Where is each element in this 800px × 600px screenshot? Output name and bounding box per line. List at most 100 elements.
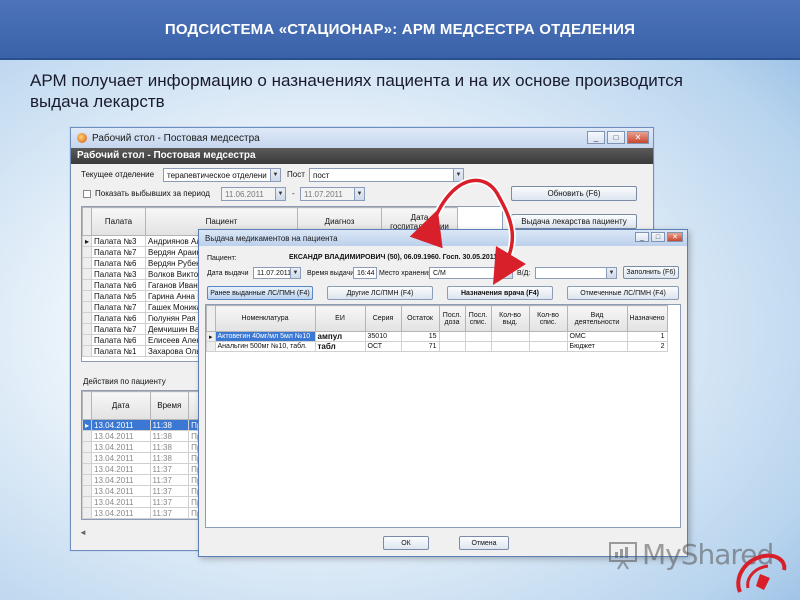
table-cell: 15 (400, 331, 440, 342)
vd-select[interactable]: ▼ (535, 267, 617, 279)
col-qty-issued[interactable]: Кол-во выд. (490, 305, 530, 332)
close-icon[interactable]: ✕ (667, 232, 683, 242)
table-cell: 11:38 (149, 430, 190, 442)
table-cell (528, 331, 568, 342)
table-row[interactable]: 13.04.2011 11:38 Пр (82, 452, 205, 464)
patient-label: Пациент: (207, 255, 237, 262)
refresh-button[interactable]: Обновить (F6) (511, 186, 637, 201)
post-select[interactable]: пост ▼ (309, 168, 464, 182)
table-row[interactable]: 13.04.201111:37Пр (82, 463, 205, 475)
tab-doctor-prescriptions[interactable]: Назначения врача (F4) (447, 286, 553, 300)
chevron-down-icon: ▼ (453, 169, 463, 181)
table-cell: 2 (626, 341, 668, 352)
storage-select[interactable]: С/М ▼ (429, 267, 513, 279)
storage-label: Место хранения (379, 270, 432, 277)
table-row[interactable]: 13.04.201111:37Пр (82, 485, 205, 497)
row-indicator (82, 474, 93, 486)
row-indicator (82, 441, 93, 453)
minimize-icon[interactable]: _ (587, 131, 605, 144)
show-discharged-label: Показать выбывших за период (95, 189, 210, 198)
minimize-icon[interactable]: _ (635, 232, 649, 242)
table-row[interactable]: 13.04.2011 11:38 Пр (82, 430, 205, 442)
dispense-medication-button[interactable]: Выдача лекарства пациенту (511, 214, 637, 229)
table-cell: 1 (626, 331, 668, 342)
dialog-titlebar: Выдача медикаментов на пациента _ □ ✕ (199, 230, 687, 246)
table-cell: Палата №6 (91, 257, 147, 269)
table-cell: 13.04.2011 (91, 463, 151, 475)
table-row[interactable]: 13.04.201111:37Пр (82, 518, 205, 519)
issue-date-input[interactable]: 11.07.2011 ▼ (253, 267, 301, 279)
row-indicator (82, 323, 93, 335)
table-cell: Палата №6 (91, 312, 147, 324)
col-nomenclature[interactable]: Номенклатура (214, 305, 316, 332)
table-cell (528, 341, 568, 352)
issue-time-input[interactable]: 16:44 (353, 267, 377, 279)
table-row[interactable]: ▸ Актовегин 40мг/мл 5мл №10 ампул 35010 15 ОМ… (206, 331, 668, 342)
actions-table: Дата Время ▸ 13.04.2011 11:38 Пр 13.04.2011 1… (81, 390, 206, 520)
table-row[interactable]: 13.04.2011 11:38 Пр (82, 441, 205, 453)
table-cell (490, 341, 530, 352)
table-cell (438, 341, 466, 352)
table-row[interactable]: 13.04.201111:37Пр (82, 474, 205, 486)
cancel-button[interactable]: Отмена (459, 536, 509, 550)
dept-label: Текущее отделение (81, 170, 155, 179)
table-cell: ОСТ (364, 341, 402, 352)
scroll-left-icon[interactable]: ◄ (79, 528, 87, 537)
table-row[interactable]: Анальгин 500мг №10, табл. табл ОСТ 71 Бюджет… (206, 341, 668, 352)
close-icon[interactable]: ✕ (627, 131, 649, 144)
table-cell: 13.04.2011 (91, 474, 151, 486)
col-prescribed[interactable]: Назначено (626, 305, 668, 332)
tab-previously-issued[interactable]: Ранее выданные ЛС/ПМН (F4) (207, 286, 313, 300)
row-indicator (82, 279, 93, 291)
table-cell: 13.04.2011 (91, 507, 151, 519)
table-cell: 11:38 (149, 452, 190, 464)
table-cell: Палата №7 (91, 323, 147, 335)
row-indicator (206, 341, 216, 352)
table-cell (464, 341, 492, 352)
corner-emblem-icon (736, 553, 787, 593)
col-action-date[interactable]: Дата (91, 391, 151, 420)
table-row[interactable]: 13.04.201111:37Пр (82, 507, 205, 519)
issue-date-label: Дата выдачи (207, 270, 249, 277)
table-cell: 13.04.2011 (91, 419, 151, 431)
show-discharged-checkbox[interactable] (83, 189, 91, 198)
dept-select[interactable]: терапевтическое отделени ▼ (163, 168, 281, 182)
row-indicator (82, 312, 93, 324)
table-cell: 11:37 (149, 485, 190, 497)
col-activity-type[interactable]: Вид деятельности (566, 305, 628, 332)
ok-button[interactable]: ОК (383, 536, 429, 550)
tab-other-drugs[interactable]: Другие ЛС/ПМН (F4) (327, 286, 433, 300)
table-cell: Анальгин 500мг №10, табл. (214, 341, 316, 352)
col-stock[interactable]: Остаток (400, 305, 440, 332)
slide-caption: АРМ получает информацию о назначениях па… (30, 71, 684, 111)
table-cell: 13.04.2011 (91, 496, 151, 508)
table-row[interactable]: ▸ 13.04.2011 11:38 Пр (82, 419, 205, 431)
table-cell: 35010 (364, 331, 402, 342)
col-action-time[interactable]: Время (149, 391, 190, 420)
maximize-icon[interactable]: □ (607, 131, 625, 144)
row-indicator (82, 334, 93, 346)
table-row[interactable]: 13.04.201111:37Пр (82, 496, 205, 508)
table-cell: 13.04.2011 (91, 518, 151, 519)
col-series[interactable]: Серия (364, 305, 402, 332)
row-indicator (82, 268, 93, 280)
actions-label: Действия по пациенту (83, 377, 166, 386)
col-ward[interactable]: Палата (91, 207, 147, 236)
col-unit[interactable]: ЕИ (314, 305, 366, 332)
tab-marked-drugs[interactable]: Отмеченные ЛС/ПМН (F4) (567, 286, 679, 300)
date-to-input[interactable]: 11.07.2011 ▼ (300, 187, 365, 201)
app-icon (77, 133, 87, 143)
table-cell: 13.04.2011 (91, 452, 151, 464)
col-last-dose[interactable]: Посл. доза (438, 305, 466, 332)
col-qty-writeoff[interactable]: Кол-во спис. (528, 305, 568, 332)
col-last-writeoff[interactable]: Посл. спис. (464, 305, 492, 332)
date-from-input[interactable]: 11.06.2011 ▼ (221, 187, 286, 201)
maximize-icon[interactable]: □ (651, 232, 665, 242)
vd-label: В/Д: (517, 270, 531, 277)
table-cell: 11:37 (149, 463, 190, 475)
fill-button[interactable]: Заполнить (F6) (623, 266, 679, 279)
table-cell: 11:38 (149, 441, 190, 453)
chevron-down-icon: ▼ (270, 169, 280, 181)
table-cell: 13.04.2011 (91, 485, 151, 497)
table-cell: Палата №7 (91, 301, 147, 313)
